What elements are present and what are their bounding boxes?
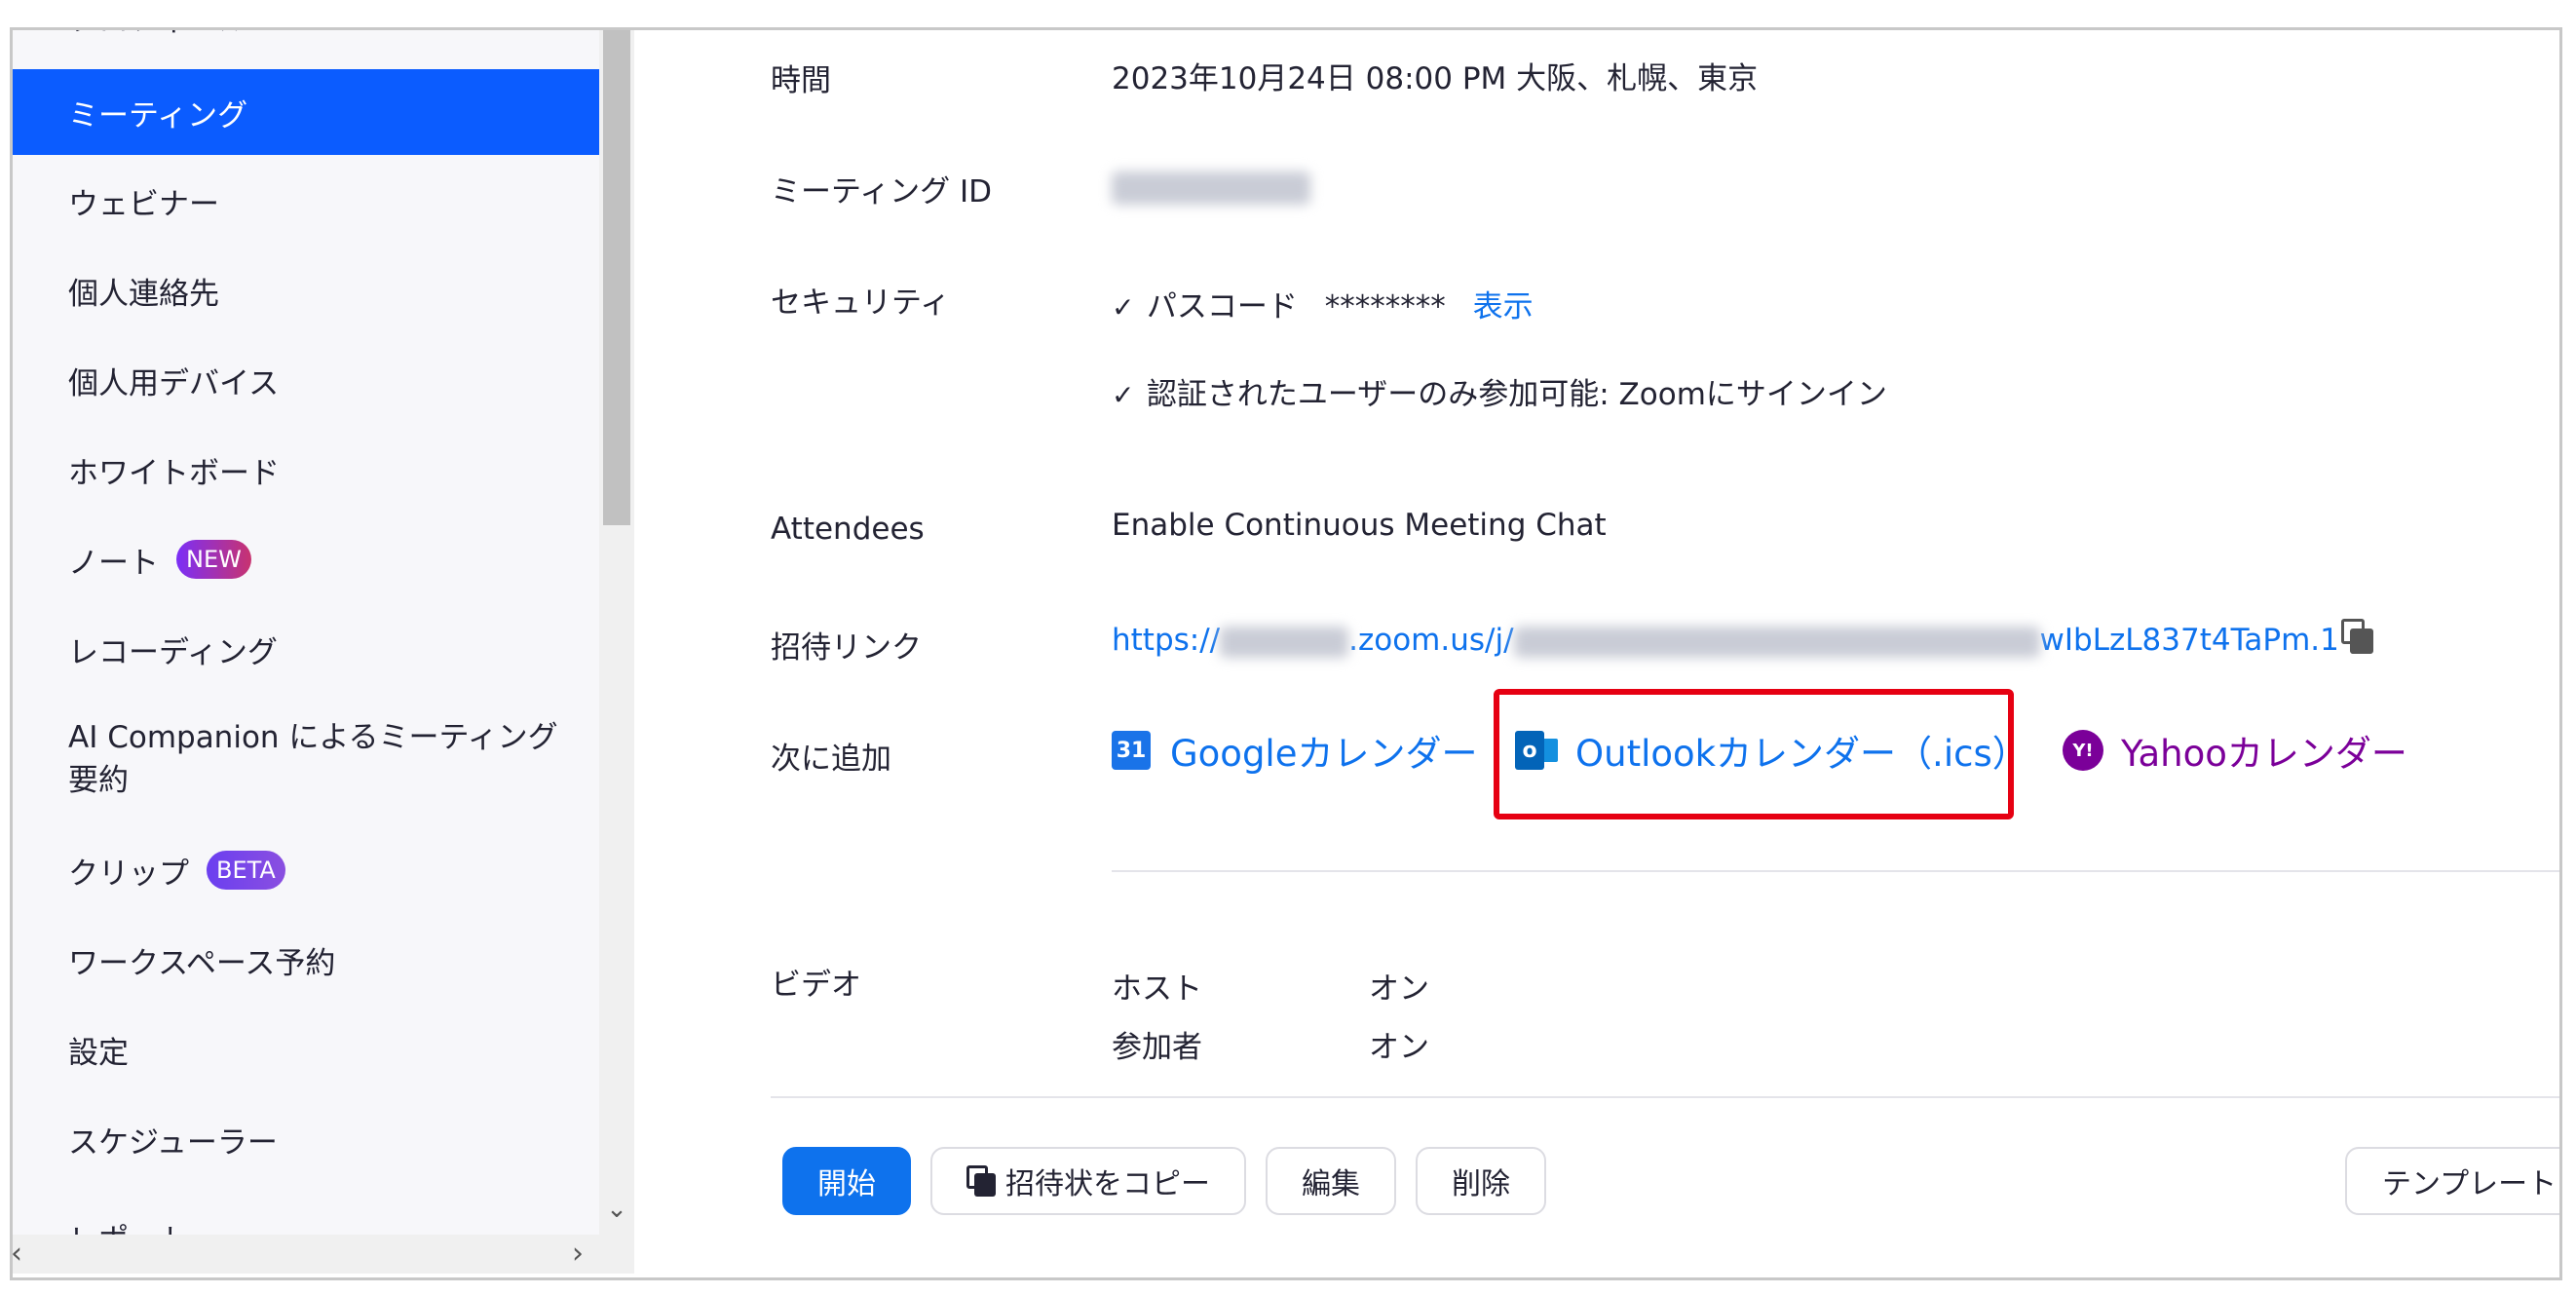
time-value: 2023年10月24日 08:00 PM 大阪、札幌、東京	[1112, 61, 1759, 96]
sidebar-item-label: AI Companion によるミーティング要約	[68, 720, 558, 798]
sidebar-item-label: スケジューラー	[68, 1124, 278, 1161]
sidebar-item-ai-companion[interactable]: AI Companion によるミーティング要約	[13, 712, 599, 810]
yahoo-icon: Y!	[2063, 730, 2103, 771]
sidebar-item-label: ノート	[68, 545, 159, 581]
highlight-box	[1494, 689, 2014, 819]
meeting-id-value-blurred	[1112, 169, 1310, 205]
invite-link-middle: .zoom.us/j/	[1348, 623, 1514, 658]
start-button[interactable]: 開始	[782, 1147, 911, 1215]
invite-link-label: 招待リンク	[771, 630, 922, 666]
passcode-mask: ********	[1324, 289, 1446, 324]
template-button-label: テンプレート	[2382, 1167, 2557, 1201]
sidebar-item-recordings[interactable]: レコーディング	[13, 606, 599, 692]
sidebar-item-reports[interactable]: レポート	[13, 1194, 599, 1236]
delete-button[interactable]: 削除	[1416, 1147, 1546, 1215]
video-label: ビデオ	[771, 968, 861, 1003]
chevron-down-icon[interactable]: ⌄	[599, 1192, 634, 1227]
sidebar-nav: プロフィール ミーティング ウェビナー 個人連絡先 個人用デバイス ホワイトボー…	[13, 30, 599, 1235]
invite-link-prefix: https://	[1112, 623, 1221, 658]
chevron-left-icon[interactable]: ‹	[13, 1235, 22, 1274]
edit-button[interactable]: 編集	[1266, 1147, 1396, 1215]
copy-icon	[966, 1165, 998, 1197]
auth-row: ✓ 認証されたユーザーのみ参加可能: Zoomにサインイン	[1112, 369, 1887, 413]
time-label: 時間	[771, 63, 831, 98]
copy-invitation-label: 招待状をコピー	[1005, 1167, 1210, 1201]
google-calendar-icon: 31	[1112, 731, 1151, 770]
invite-link-suffix: wIbLzL837t4TaPm.1	[2039, 623, 2339, 658]
sidebar-item-label: クリップ	[68, 856, 189, 892]
sidebar-item-workspace-reservation[interactable]: ワークスペース予約	[13, 917, 599, 1003]
host-video-label: ホスト	[1112, 971, 1202, 1007]
app-window: プロフィール ミーティング ウェビナー 個人連絡先 個人用デバイス ホワイトボー…	[10, 27, 2562, 1280]
meeting-id-label: ミーティング ID	[771, 174, 993, 209]
edit-button-label: 編集	[1302, 1167, 1360, 1201]
divider	[771, 1096, 2559, 1098]
checkmark-icon: ✓	[1112, 291, 1135, 324]
sidebar-item-scheduler[interactable]: スケジューラー	[13, 1096, 599, 1182]
passcode-row: ✓ パスコード ******** 表示	[1112, 282, 1534, 325]
template-button[interactable]: テンプレート	[2345, 1147, 2559, 1215]
sidebar-item-label: ホワイトボード	[68, 455, 280, 491]
divider	[1112, 870, 2559, 872]
sidebar-horizontal-scrollbar[interactable]: ‹ ›	[13, 1235, 634, 1274]
copy-link-icon[interactable]	[2341, 619, 2374, 654]
blurred-meeting-code	[1513, 626, 2040, 658]
copy-invitation-button[interactable]: 招待状をコピー	[930, 1147, 1246, 1215]
attendees-label: Attendees	[771, 512, 925, 547]
sidebar-item-label: 個人用デバイス	[68, 365, 280, 401]
sidebar-item-whiteboards[interactable]: ホワイトボード	[13, 427, 599, 513]
show-passcode-link[interactable]: 表示	[1473, 289, 1534, 324]
yahoo-calendar-link[interactable]: Y! Yahooカレンダー	[2063, 724, 2407, 777]
yahoo-calendar-label: Yahooカレンダー	[2121, 733, 2407, 775]
sidebar-item-personal-devices[interactable]: 個人用デバイス	[13, 337, 599, 423]
sidebar-item-notes[interactable]: ノート NEW	[13, 516, 599, 602]
sidebar-item-meetings[interactable]: ミーティング	[13, 69, 599, 155]
invite-link[interactable]: https:// .zoom.us/j/wIbLzL837t4TaPm.1	[1112, 623, 2339, 658]
blurred-subdomain	[1220, 626, 1349, 658]
sidebar-item-profile[interactable]: プロフィール	[13, 30, 599, 59]
sidebar-item-label: 設定	[68, 1035, 129, 1071]
sidebar-item-label: ワークスペース予約	[68, 945, 336, 981]
chevron-right-icon[interactable]: ›	[572, 1235, 584, 1274]
sidebar-vertical-scrollbar[interactable]	[599, 30, 634, 1235]
checkmark-icon: ✓	[1112, 379, 1135, 411]
security-label: セキュリティ	[771, 286, 951, 321]
add-to-label: 次に追加	[771, 742, 891, 777]
sidebar-item-webinars[interactable]: ウェビナー	[13, 158, 599, 244]
participant-video-value: オン	[1369, 1030, 1429, 1065]
participant-video-label: 参加者	[1112, 1030, 1202, 1065]
sidebar-item-clips[interactable]: クリップ BETA	[13, 827, 599, 913]
sidebar-item-label: ミーティング	[68, 97, 248, 133]
start-button-label: 開始	[817, 1167, 876, 1201]
delete-button-label: 削除	[1452, 1167, 1510, 1201]
new-badge: NEW	[176, 540, 251, 579]
sidebar-item-label: レコーディング	[68, 634, 278, 670]
google-calendar-label: Googleカレンダー	[1170, 733, 1478, 775]
scrollbar-thumb[interactable]	[603, 30, 630, 525]
sidebar-item-label: プロフィール	[68, 30, 248, 39]
sidebar-item-label: 個人連絡先	[68, 276, 219, 312]
host-video-value: オン	[1369, 971, 1429, 1007]
sidebar-item-label: ウェビナー	[68, 186, 219, 222]
sidebar-item-personal-contacts[interactable]: 個人連絡先	[13, 248, 599, 333]
google-calendar-link[interactable]: 31 Googleカレンダー	[1112, 724, 1477, 777]
passcode-label: パスコード	[1146, 289, 1298, 324]
attendees-value: Enable Continuous Meeting Chat	[1112, 508, 1607, 543]
sidebar-item-label: レポート	[68, 1215, 189, 1236]
auth-text: 認証されたユーザーのみ参加可能: Zoomにサインイン	[1146, 377, 1887, 412]
beta-badge: BETA	[207, 851, 285, 890]
sidebar-item-settings[interactable]: 設定	[13, 1007, 599, 1092]
